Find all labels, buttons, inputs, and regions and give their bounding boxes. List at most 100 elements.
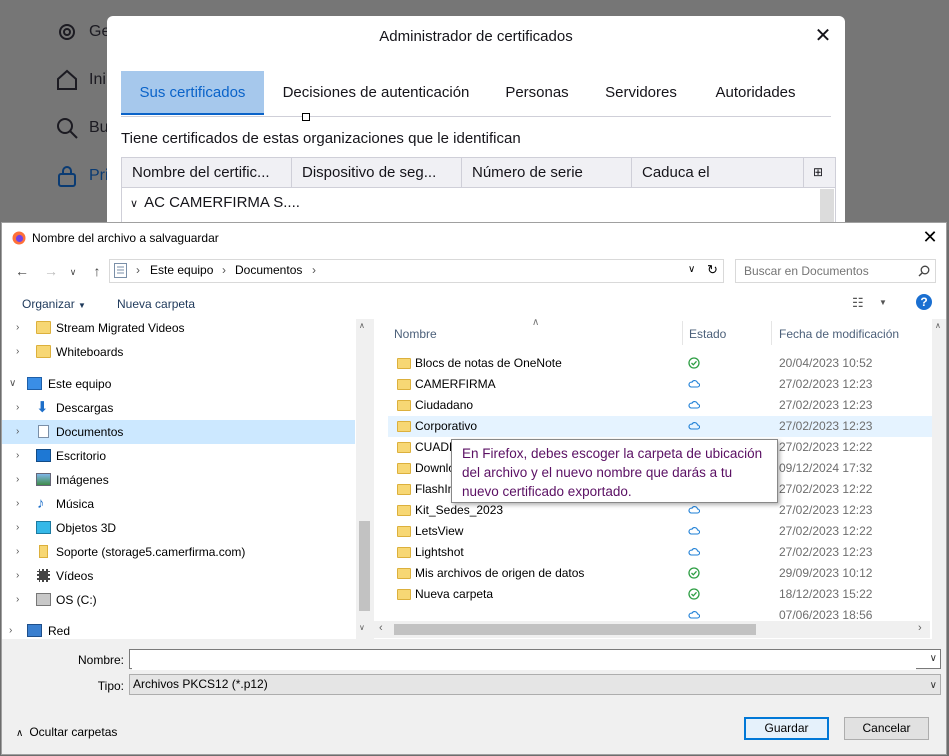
chevron-right-icon[interactable]: › — [312, 263, 316, 277]
hide-folders-toggle[interactable]: ∧ Ocultar carpetas — [16, 725, 117, 739]
back-arrow-icon[interactable]: ← — [13, 262, 31, 280]
chevron-right-icon[interactable]: › — [136, 263, 140, 277]
chevron-right-icon[interactable]: › — [16, 444, 19, 468]
file-row[interactable]: CAMERFIRMA 27/02/2023 12:23 — [388, 374, 933, 395]
cert-group-row[interactable]: ∨ AC CAMERFIRMA S.... — [130, 194, 300, 211]
nav-scrollbar[interactable]: ∧ ∨ — [356, 319, 372, 639]
chevron-down-icon[interactable]: ∨ — [930, 653, 937, 664]
chevron-down-icon[interactable]: ∨ — [930, 676, 937, 695]
chevron-right-icon[interactable]: › — [9, 619, 12, 639]
file-row[interactable]: Mis archivos de origen de datos 29/09/202… — [388, 563, 933, 584]
file-row[interactable]: Blocs de notas de OneNote 20/04/2023 10:5… — [388, 353, 933, 374]
search-box[interactable] — [735, 259, 936, 283]
address-dropdown-icon[interactable]: ∨ — [688, 264, 695, 275]
nav-item-3d-objects[interactable]: › Objetos 3D — [2, 516, 355, 540]
scroll-left-arrow-icon[interactable]: ‹ — [379, 622, 383, 634]
column-divider[interactable] — [771, 321, 772, 345]
chevron-right-icon[interactable]: › — [222, 263, 226, 277]
nav-scroll-thumb[interactable] — [359, 521, 370, 611]
dialog-title: Administrador de certificados — [379, 28, 573, 45]
refresh-icon[interactable]: ↻ — [707, 262, 718, 278]
nav-item-documents[interactable]: › Documentos — [2, 420, 355, 444]
tab-servers[interactable]: Servidores — [591, 71, 691, 115]
file-row[interactable]: Nueva carpeta 18/12/2023 15:22 — [388, 584, 933, 605]
file-row[interactable]: LetsView 27/02/2023 12:22 — [388, 521, 933, 542]
chevron-right-icon[interactable]: › — [16, 468, 19, 492]
address-bar[interactable]: › Este equipo › Documentos › ∨ ↻ — [109, 259, 724, 283]
cloud-icon — [688, 380, 700, 388]
cancel-button[interactable]: Cancelar — [844, 717, 929, 740]
tab-authorities[interactable]: Autoridades — [703, 71, 808, 115]
column-header-serial[interactable]: Número de serie — [462, 158, 632, 187]
chevron-right-icon[interactable]: › — [16, 564, 19, 588]
column-header-status[interactable]: Estado — [689, 327, 726, 341]
help-icon[interactable]: ? — [916, 294, 932, 310]
save-button[interactable]: Guardar — [744, 717, 829, 740]
chevron-right-icon[interactable]: › — [16, 492, 19, 516]
scroll-up-arrow-icon[interactable]: ∧ — [935, 321, 941, 330]
chevron-right-icon[interactable]: › — [16, 588, 19, 612]
file-modified-date: 29/09/2023 10:12 — [779, 566, 873, 580]
up-arrow-icon[interactable]: ↑ — [88, 262, 106, 280]
filename-field[interactable]: ∨ — [129, 649, 941, 670]
chevron-down-icon[interactable]: ∨ — [9, 372, 16, 396]
close-icon[interactable]: ✕ — [813, 26, 833, 46]
tab-people[interactable]: Personas — [493, 71, 581, 115]
nav-item-network[interactable]: › Red — [2, 619, 355, 639]
chevron-right-icon[interactable]: › — [16, 516, 19, 540]
sort-ascending-icon: ∧ — [532, 319, 540, 328]
nav-item-os-drive[interactable]: › OS (C:) — [2, 588, 355, 612]
file-type-select[interactable]: Archivos PKCS12 (*.p12) ∨ — [129, 674, 941, 695]
file-name: LetsView — [415, 524, 464, 538]
nav-item-music[interactable]: › ♪ Música — [2, 492, 355, 516]
close-icon[interactable]: ✕ — [920, 227, 940, 247]
chevron-right-icon[interactable]: › — [16, 319, 19, 340]
nav-item-network-share[interactable]: › Soporte (storage5.camerfirma.com) — [2, 540, 355, 564]
scroll-down-arrow-icon[interactable]: ∨ — [359, 623, 365, 632]
nav-item-whiteboards[interactable]: › Whiteboards — [2, 340, 355, 364]
special-folder-icon — [397, 568, 411, 579]
chevron-right-icon[interactable]: › — [16, 420, 19, 444]
scroll-right-arrow-icon[interactable]: › — [918, 622, 922, 634]
file-row[interactable]: Corporativo 27/02/2023 12:23 — [388, 416, 933, 437]
nav-item-stream-migrated-videos[interactable]: › Stream Migrated Videos — [2, 319, 355, 340]
scroll-up-arrow-icon[interactable]: ∧ — [359, 321, 365, 330]
view-options-icon[interactable]: ☷ — [852, 295, 864, 311]
file-row[interactable]: Ciudadano 27/02/2023 12:23 — [388, 395, 933, 416]
column-picker-icon[interactable]: ⊞ — [804, 158, 835, 187]
chevron-right-icon[interactable]: › — [16, 540, 19, 564]
file-row[interactable]: Kit_Sedes_2023 27/02/2023 12:23 — [388, 500, 933, 521]
tab-your-certificates[interactable]: Sus certificados — [121, 71, 264, 115]
search-icon[interactable] — [918, 265, 930, 277]
file-name: Downlo — [415, 461, 456, 475]
column-header-name[interactable]: Nombre — [394, 327, 437, 341]
caret-down-icon[interactable]: ▼ — [879, 298, 887, 307]
nav-item-this-pc[interactable]: ∨ Este equipo — [2, 372, 355, 396]
search-input[interactable] — [742, 263, 916, 279]
horizontal-scroll-thumb[interactable] — [394, 624, 756, 635]
organize-button[interactable]: Organizar ▼ — [22, 297, 86, 311]
nav-item-videos[interactable]: › Vídeos — [2, 564, 355, 588]
chevron-right-icon[interactable]: › — [16, 396, 19, 420]
file-row[interactable]: Lightshot 27/02/2023 12:23 — [388, 542, 933, 563]
column-header-name[interactable]: Nombre del certific... — [122, 158, 292, 187]
tab-auth-decisions[interactable]: Decisiones de autenticación — [271, 71, 481, 115]
nav-item-pictures[interactable]: › Imágenes — [2, 468, 355, 492]
horizontal-scrollbar[interactable]: ‹ › — [374, 621, 930, 638]
column-divider[interactable] — [682, 321, 683, 345]
breadcrumb-documents[interactable]: Documentos — [235, 263, 302, 277]
column-header-modified[interactable]: Fecha de modificación — [779, 327, 899, 341]
forward-arrow-icon[interactable]: → — [42, 262, 60, 280]
recent-locations-chevron-icon[interactable]: ∨ — [64, 263, 82, 281]
file-list-scrollbar[interactable]: ∧ — [932, 319, 946, 639]
folder-icon — [397, 400, 411, 411]
column-header-expires[interactable]: Caduca el — [632, 158, 804, 187]
nav-item-desktop[interactable]: › Escritorio — [2, 444, 355, 468]
nav-item-downloads[interactable]: › ⬇ Descargas — [2, 396, 355, 420]
column-header-device[interactable]: Dispositivo de seg... — [292, 158, 462, 187]
document-folder-icon — [114, 263, 127, 278]
chevron-right-icon[interactable]: › — [16, 340, 19, 364]
new-folder-button[interactable]: Nueva carpeta — [117, 297, 195, 311]
filename-input[interactable] — [132, 650, 916, 670]
breadcrumb-this-pc[interactable]: Este equipo — [150, 263, 213, 277]
